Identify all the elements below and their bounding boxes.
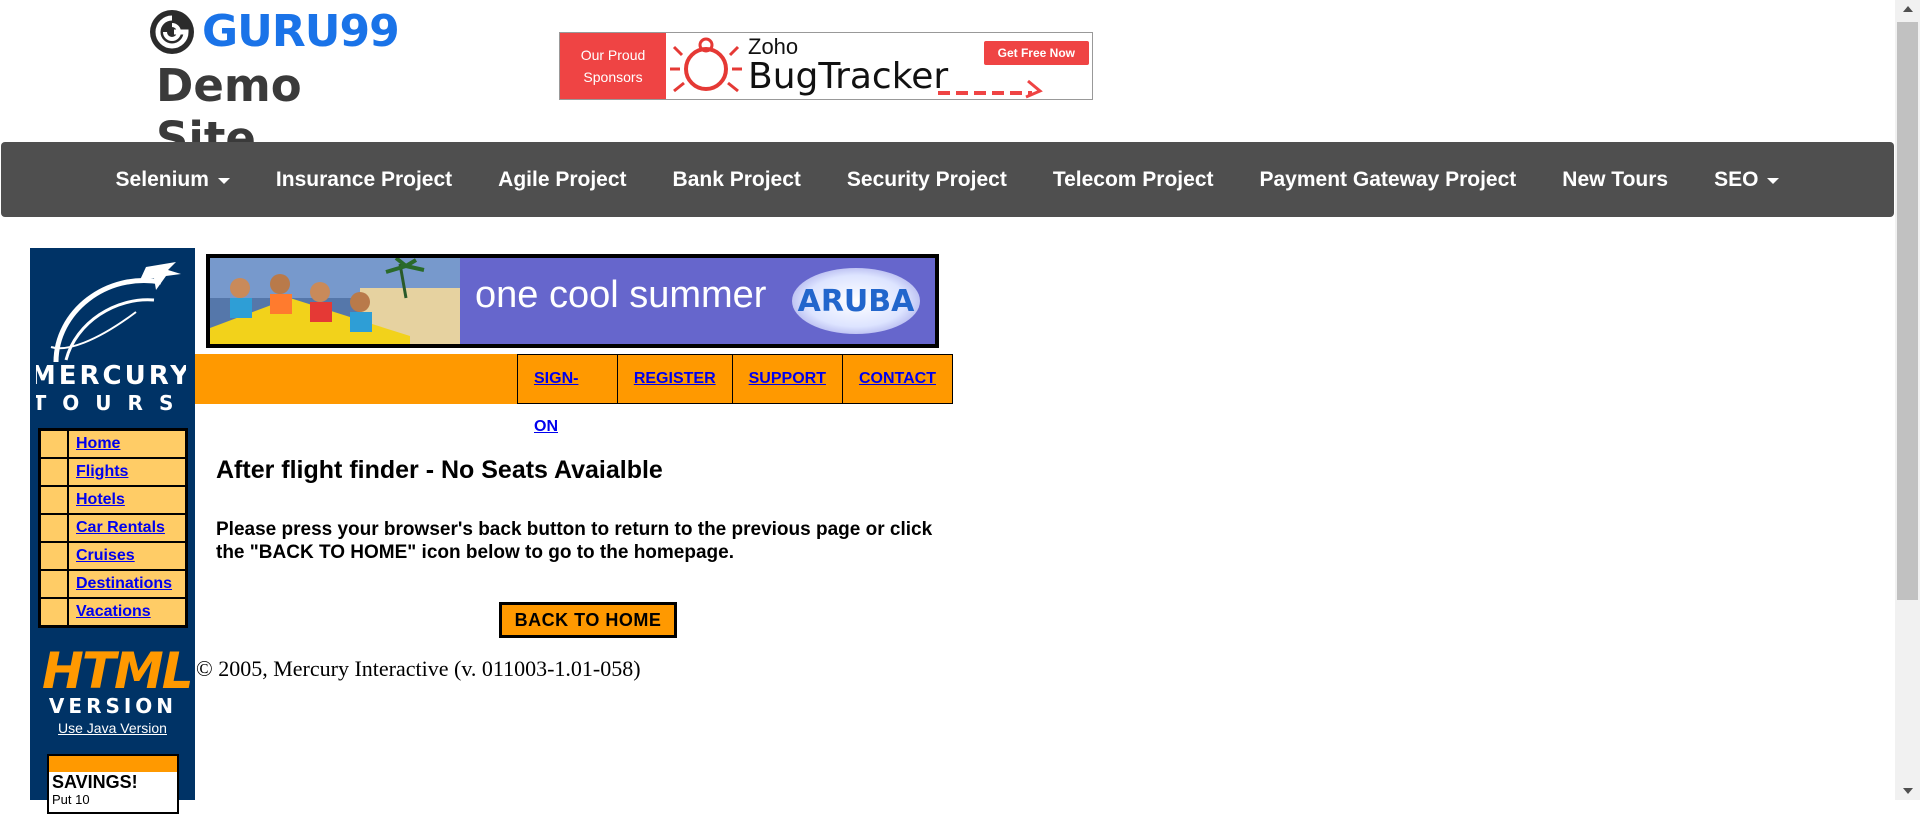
side-menu-bullet xyxy=(41,571,69,597)
side-menu-row: Destinations xyxy=(41,571,185,599)
side-menu-row: Cruises xyxy=(41,543,185,571)
main-navbar: Selenium Insurance Project Agile Project… xyxy=(1,142,1894,217)
side-menu-row: Flights xyxy=(41,459,185,487)
info-message: Please press your browser's back button … xyxy=(216,519,933,563)
savings-ad[interactable]: SAVINGS! Put 10 xyxy=(47,754,179,814)
side-menu-hotels[interactable]: Hotels xyxy=(69,487,185,513)
side-menu-destinations[interactable]: Destinations xyxy=(69,571,185,597)
sponsor-product-text: BugTracker xyxy=(748,56,949,97)
side-menu-bullet xyxy=(41,487,69,513)
scrollbar-thumb[interactable] xyxy=(1897,22,1918,600)
support-link[interactable]: SUPPORT xyxy=(731,355,842,403)
side-menu-flights[interactable]: Flights xyxy=(69,459,185,485)
html-word: HTML xyxy=(42,642,194,700)
side-menu-bullet xyxy=(41,515,69,541)
mercury-top-links: SIGN-ON REGISTER SUPPORT CONTACT xyxy=(517,354,953,435)
aruba-banner[interactable]: one cool summer ARUBA xyxy=(206,254,939,348)
aruba-banner-inner: one cool summer ARUBA xyxy=(210,258,935,344)
nav-insurance-project-label: Insurance Project xyxy=(275,167,453,191)
savings-ad-title: SAVINGS! xyxy=(52,772,138,792)
nav-agile-project[interactable]: Agile Project xyxy=(475,168,649,192)
side-menu-row: Car Rentals xyxy=(41,515,185,543)
side-menu-row: Hotels xyxy=(41,487,185,515)
version-word: VERSION xyxy=(48,694,178,718)
nav-new-tours[interactable]: New Tours xyxy=(1539,168,1691,192)
side-menu-bullet xyxy=(41,459,69,485)
nav-bank-project-label: Bank Project xyxy=(672,167,801,191)
guru99-logo-icon xyxy=(150,9,194,54)
nav-security-project-label: Security Project xyxy=(846,167,1007,191)
chevron-down-icon xyxy=(217,177,230,184)
side-menu-bullet xyxy=(41,431,69,457)
register-link[interactable]: REGISTER xyxy=(616,355,732,403)
nav-telecom-project[interactable]: Telecom Project xyxy=(1030,168,1237,192)
mercury-sidebar: MERCURY TOURS Home Flights Hotels Car Re… xyxy=(30,248,195,814)
sponsor-label-line1: Our Proud xyxy=(580,47,646,63)
sponsor-brand: Zoho BugTracker xyxy=(748,33,948,99)
nav-selenium[interactable]: Selenium xyxy=(93,168,253,192)
sponsor-banner[interactable]: Our Proud Sponsors Zoho BugTracker Get F… xyxy=(559,32,1093,100)
guru99-brand-text: GURU99 xyxy=(202,6,400,57)
use-java-version-link[interactable]: Use Java Version xyxy=(30,720,195,736)
mercury-side-menu: Home Flights Hotels Car Rentals Cruises … xyxy=(38,428,188,628)
aruba-logo: ARUBA xyxy=(792,268,920,334)
nav-payment-gateway-project-label: Payment Gateway Project xyxy=(1259,167,1517,191)
nav-seo[interactable]: SEO xyxy=(1691,168,1802,192)
scroll-up-arrow-icon[interactable] xyxy=(1903,6,1913,12)
nav-insurance-project[interactable]: Insurance Project xyxy=(253,168,475,192)
mercury-logo-line2: TOURS xyxy=(36,391,186,412)
sign-on-link[interactable]: SIGN-ON xyxy=(518,355,617,435)
html-version-badge: HTML VERSION xyxy=(42,642,194,718)
side-menu-home[interactable]: Home xyxy=(69,431,185,457)
back-to-home-button[interactable]: BACK TO HOME xyxy=(499,602,677,638)
sponsor-label-line2: Sponsors xyxy=(583,69,643,85)
nav-seo-label: SEO xyxy=(1714,167,1759,191)
mercury-top-bar: SIGN-ON REGISTER SUPPORT CONTACT xyxy=(195,354,953,435)
nav-new-tours-label: New Tours xyxy=(1562,167,1669,191)
vertical-scrollbar[interactable] xyxy=(1895,0,1920,800)
side-menu-row: Home xyxy=(41,431,185,459)
banner-headline: one cool summer xyxy=(475,274,767,316)
savings-ad-bar xyxy=(49,756,177,772)
mercury-logo-line1: MERCURY xyxy=(36,361,186,391)
dashed-arrow-icon xyxy=(938,79,1043,99)
side-menu-bullet xyxy=(41,599,69,625)
side-menu-car-rentals[interactable]: Car Rentals xyxy=(69,515,185,541)
nav-telecom-project-label: Telecom Project xyxy=(1052,167,1214,191)
banner-photo-image xyxy=(210,258,460,344)
side-menu-row: Vacations xyxy=(41,599,185,625)
nav-agile-project-label: Agile Project xyxy=(498,167,627,191)
nav-bank-project[interactable]: Bank Project xyxy=(650,168,824,192)
get-free-now-button[interactable]: Get Free Now xyxy=(983,41,1089,65)
contact-link[interactable]: CONTACT xyxy=(841,355,952,403)
nav-security-project[interactable]: Security Project xyxy=(824,168,1030,192)
sponsor-zoho-text: Zoho xyxy=(748,34,799,59)
bug-icon xyxy=(670,37,742,93)
copyright-text: © 2005, Mercury Interactive (v. 011003-1… xyxy=(196,656,641,681)
side-menu-vacations[interactable]: Vacations xyxy=(69,599,185,625)
nav-selenium-label: Selenium xyxy=(115,167,209,191)
nav-payment-gateway-project[interactable]: Payment Gateway Project xyxy=(1237,168,1540,192)
sponsor-label: Our Proud Sponsors xyxy=(560,33,666,99)
back-to-home-label: BACK TO HOME xyxy=(502,605,674,635)
chevron-down-icon xyxy=(1767,177,1780,184)
page-title: After flight finder - No Seats Avaialble xyxy=(216,456,663,484)
side-menu-cruises[interactable]: Cruises xyxy=(69,543,185,569)
scroll-down-arrow-icon[interactable] xyxy=(1903,788,1913,794)
side-menu-bullet xyxy=(41,543,69,569)
mercury-tours-logo[interactable]: MERCURY TOURS xyxy=(36,252,186,412)
